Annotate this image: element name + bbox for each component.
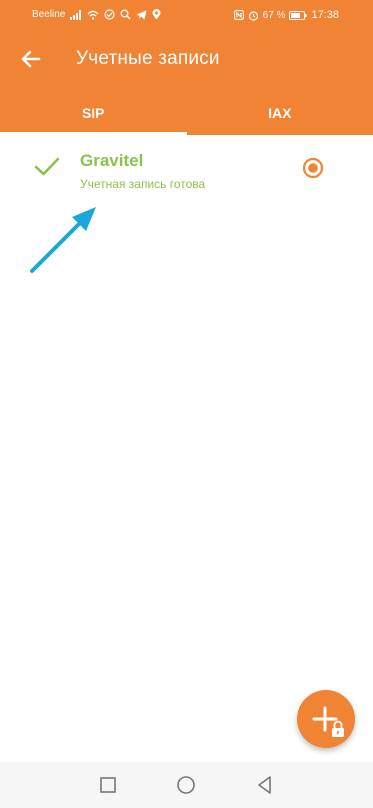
signal-icon xyxy=(70,9,82,20)
tab-bar: SIP IAX xyxy=(0,90,373,135)
status-right: 67 % 17:38 xyxy=(233,9,339,21)
account-list-item[interactable]: Gravitel Учетная запись готова xyxy=(0,140,373,200)
tab-iax-label: IAX xyxy=(268,104,292,121)
check-icon xyxy=(34,157,60,182)
telegram-icon xyxy=(136,10,147,20)
annotation-arrow-icon xyxy=(30,207,96,273)
add-locked-icon xyxy=(312,706,344,737)
tab-sip[interactable]: SIP xyxy=(0,90,187,135)
system-nav-bar xyxy=(0,762,373,808)
nfc-icon xyxy=(233,10,244,20)
tab-iax[interactable]: IAX xyxy=(187,90,373,135)
arrow-left-icon xyxy=(21,50,41,68)
wifi-icon xyxy=(87,10,99,20)
clock-time: 17:38 xyxy=(311,9,339,21)
carrier-name: Beeline xyxy=(32,9,66,20)
status-bar: Beeline 67 % 17:38 xyxy=(0,0,373,28)
account-name: Gravitel xyxy=(80,151,144,170)
app-bar: Учетные записи xyxy=(0,28,373,90)
search-icon xyxy=(120,9,131,20)
account-status: Учетная запись готова xyxy=(80,177,206,191)
home-icon[interactable] xyxy=(175,774,197,796)
battery-icon xyxy=(289,10,307,20)
battery-percent: 67 % xyxy=(262,9,286,21)
phone-screen: Beeline 67 % 17:38 Учетные записи SIP IA… xyxy=(0,0,373,808)
status-left: Beeline xyxy=(32,9,161,20)
tab-active-indicator xyxy=(0,132,187,135)
back-icon[interactable] xyxy=(254,774,276,796)
page-title: Учетные записи xyxy=(76,48,220,69)
alarm-icon xyxy=(248,10,259,21)
sync-check-icon xyxy=(104,9,115,20)
recent-apps-icon[interactable] xyxy=(97,774,119,796)
account-radio-selected[interactable] xyxy=(302,157,324,179)
location-icon xyxy=(152,9,161,20)
add-account-button[interactable] xyxy=(297,690,355,748)
back-button[interactable] xyxy=(14,42,48,76)
tab-sip-label: SIP xyxy=(81,104,105,121)
